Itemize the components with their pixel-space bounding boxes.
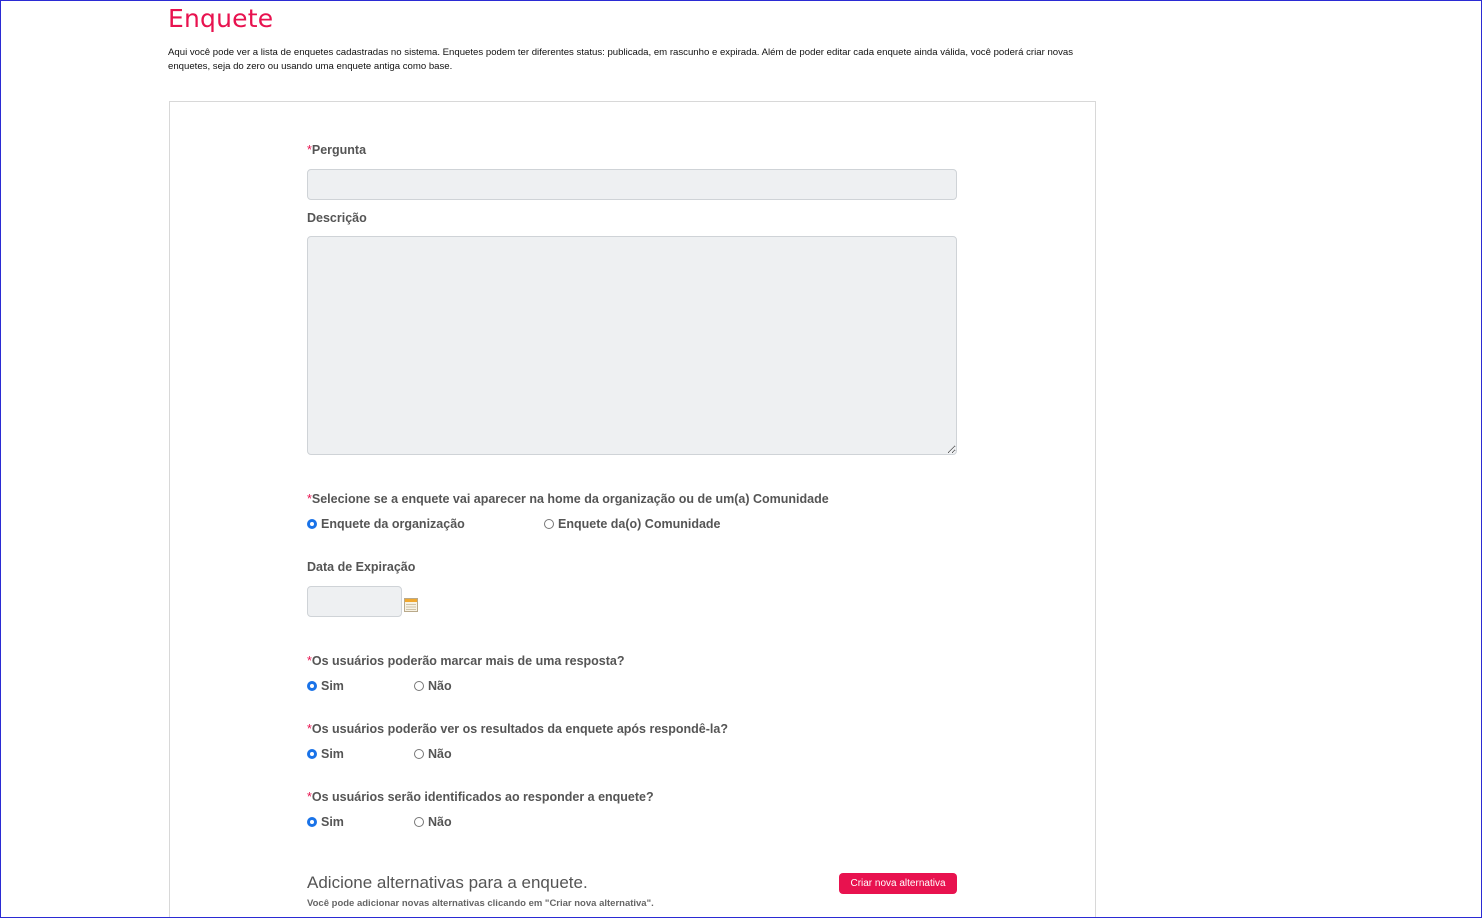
alternatives-hint: Você pode adicionar novas alternativas c…: [307, 898, 654, 909]
radio-unchecked-icon[interactable]: [414, 681, 424, 691]
window-frame: Enquete Aqui você pode ver a lista de en…: [0, 0, 1482, 918]
radio-checked-icon[interactable]: [307, 817, 317, 827]
radio-community[interactable]: Enquete da(o) Comunidade: [544, 517, 721, 531]
radio-checked-icon[interactable]: [307, 749, 317, 759]
radio-organization[interactable]: Enquete da organização: [307, 517, 465, 531]
show-results-no[interactable]: Não: [414, 747, 452, 761]
multiple-answers-label: *Os usuários poderão marcar mais de uma …: [307, 654, 625, 668]
description-label: Descrição: [307, 211, 367, 225]
radio-checked-icon[interactable]: [307, 681, 317, 691]
page-title: Enquete: [168, 4, 274, 33]
question-label: *Pergunta: [307, 143, 367, 157]
multiple-answers-no[interactable]: Não: [414, 679, 452, 693]
identified-yes[interactable]: Sim: [307, 815, 344, 829]
calendar-icon[interactable]: [404, 597, 418, 612]
expiration-date-input[interactable]: [307, 586, 402, 617]
visibility-label: *Selecione se a enquete vai aparecer na …: [307, 492, 829, 506]
multiple-answers-yes[interactable]: Sim: [307, 679, 344, 693]
radio-unchecked-icon[interactable]: [414, 817, 424, 827]
expiration-label: Data de Expiração: [307, 560, 416, 574]
radio-unchecked-icon[interactable]: [544, 519, 554, 529]
page-intro: Aqui você pode ver a lista de enquetes c…: [168, 47, 1074, 72]
show-results-label: *Os usuários poderão ver os resultados d…: [307, 722, 728, 736]
identified-no[interactable]: Não: [414, 815, 452, 829]
show-results-yes[interactable]: Sim: [307, 747, 344, 761]
identified-label: *Os usuários serão identificados ao resp…: [307, 790, 654, 804]
radio-checked-icon[interactable]: [307, 519, 317, 529]
create-alternative-button[interactable]: Criar nova alternativa: [839, 873, 957, 894]
alternatives-title: Adicione alternativas para a enquete.: [307, 873, 588, 892]
question-input[interactable]: [307, 169, 957, 200]
description-textarea[interactable]: [307, 236, 957, 455]
radio-unchecked-icon[interactable]: [414, 749, 424, 759]
